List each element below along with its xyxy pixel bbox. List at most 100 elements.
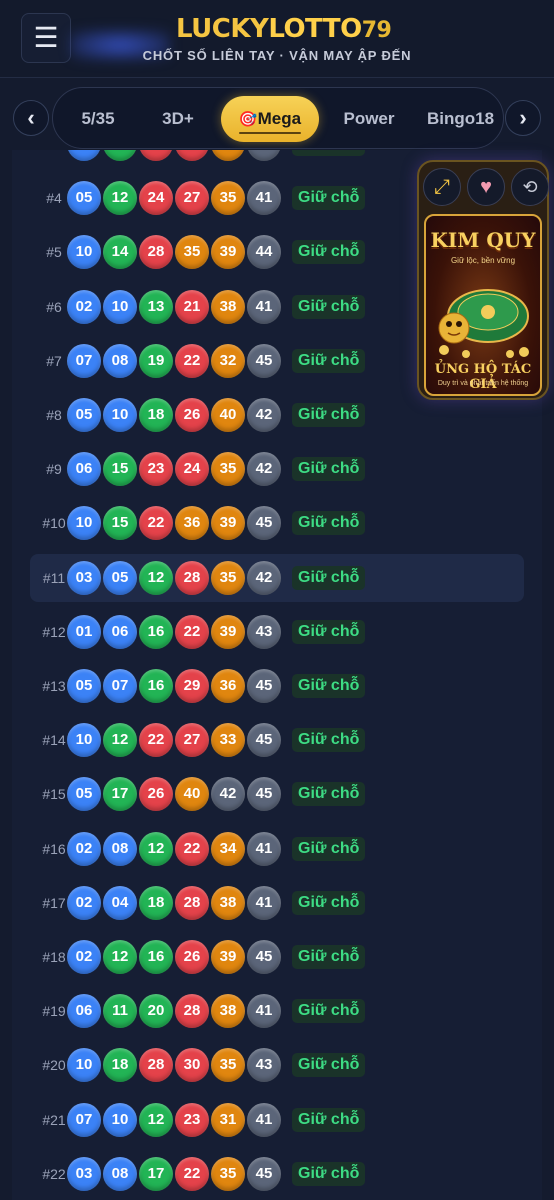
number-ball: 12 — [103, 723, 137, 758]
hold-button[interactable]: Giữ chỗ — [292, 457, 366, 482]
ticket-row[interactable]: #15 05 17 26 40 42 45 Giữ chỗ — [30, 770, 524, 818]
hold-button[interactable]: Giữ chỗ — [292, 836, 366, 861]
ticket-row[interactable]: #16 02 08 12 22 34 41 Giữ chỗ — [30, 825, 524, 873]
number-ball: 05 — [67, 181, 101, 216]
number-ball: 28 — [175, 560, 209, 595]
tab-mega[interactable]: 🎯Mega — [221, 96, 319, 142]
number-ball: 38 — [211, 289, 245, 324]
refresh-icon[interactable]: ⟲ — [511, 168, 549, 206]
number-ball: 22 — [139, 723, 173, 758]
ticket-row[interactable]: #10 10 15 22 36 39 45 Giữ chỗ — [30, 499, 524, 547]
number-ball: 10 — [103, 289, 137, 324]
hold-button[interactable]: Giữ chỗ — [292, 565, 366, 590]
ticket-row[interactable]: #18 02 12 16 26 39 45 Giữ chỗ — [30, 933, 524, 981]
number-ball: 06 — [67, 452, 101, 487]
hold-button[interactable]: Giữ chỗ — [292, 511, 366, 536]
ticket-row[interactable]: #12 01 06 16 22 39 43 Giữ chỗ — [30, 608, 524, 656]
number-ball: 45 — [247, 1156, 281, 1191]
heart-icon[interactable]: ♥ — [467, 168, 505, 206]
tab-power[interactable]: Power — [335, 96, 403, 142]
number-ball: 17 — [103, 777, 137, 812]
app-header: ☰ LUCKYLOTTO79 CHỐT SỐ LIÊN TAY · VẬN MA… — [0, 0, 554, 78]
tab-label: Mega — [257, 109, 302, 128]
hold-button[interactable]: Giữ chỗ — [292, 1161, 366, 1186]
number-ball: 07 — [67, 343, 101, 378]
number-ball: 45 — [247, 940, 281, 974]
number-ball: 42 — [247, 150, 281, 161]
number-ball: 38 — [211, 994, 245, 1029]
number-ball: 22 — [175, 614, 209, 649]
ticket-row[interactable]: #11 03 05 12 28 35 42 Giữ chỗ — [30, 553, 524, 602]
tagline: CHỐT SỐ LIÊN TAY · VẬN MAY ẬP ĐẾN — [142, 48, 412, 63]
number-ball: 27 — [175, 723, 209, 758]
number-ball: 35 — [211, 181, 245, 216]
number-ball: 21 — [175, 289, 209, 324]
hold-button[interactable]: Giữ chỗ — [292, 186, 366, 211]
number-ball: 42 — [247, 560, 281, 595]
expand-icon[interactable]: ⤢ — [423, 168, 461, 206]
hold-button[interactable]: Giữ chỗ — [292, 945, 366, 969]
number-ball: 19 — [139, 343, 173, 378]
number-ball: 08 — [103, 831, 137, 866]
number-ball: 26 — [175, 940, 209, 974]
number-ball: 34 — [211, 831, 245, 866]
number-ball: 35 — [211, 560, 245, 595]
ticket-row[interactable]: #14 10 12 22 27 33 45 Giữ chỗ — [30, 716, 524, 764]
ticket-row[interactable]: #21 07 10 12 23 31 41 Giữ chỗ — [30, 1096, 524, 1144]
number-ball: 22 — [139, 150, 173, 161]
number-ball: 36 — [211, 669, 245, 703]
number-ball: 35 — [211, 1156, 245, 1191]
number-ball: 42 — [211, 777, 245, 812]
hold-button[interactable]: Giữ chỗ — [292, 1053, 366, 1078]
number-ball: 41 — [247, 831, 281, 866]
number-ball: 28 — [139, 1048, 173, 1083]
number-ball: 05 — [67, 398, 101, 432]
hold-button[interactable]: Giữ chỗ — [292, 403, 366, 427]
number-ball: 10 — [67, 506, 101, 541]
number-ball: 28 — [175, 885, 209, 920]
tab-bingo18[interactable]: Bingo18 — [427, 96, 503, 142]
number-ball: 14 — [103, 235, 137, 270]
number-ball: 03 — [67, 1156, 101, 1191]
hold-button[interactable]: Giữ chỗ — [292, 890, 366, 915]
hold-button[interactable]: Giữ chỗ — [292, 1107, 366, 1132]
number-ball: 38 — [211, 885, 245, 920]
hold-button[interactable]: Giữ chỗ — [292, 150, 366, 156]
number-ball: 11 — [103, 994, 137, 1029]
tab-label: 5/35 — [81, 109, 115, 128]
ticket-row[interactable]: #20 10 18 28 30 35 43 Giữ chỗ — [30, 1041, 524, 1089]
tabs-next-button[interactable]: › — [505, 100, 541, 136]
hold-button[interactable]: Giữ chỗ — [292, 999, 366, 1024]
floating-ad: ⤢ ♥ ⟲ KIM QUY Giữ lộc, bền vững ỦNG HỘ T… — [417, 160, 549, 400]
hold-button[interactable]: Giữ chỗ — [292, 674, 366, 698]
hold-button[interactable]: Giữ chỗ — [292, 728, 366, 753]
hold-button[interactable]: Giữ chỗ — [292, 619, 366, 644]
number-ball: 36 — [211, 150, 245, 161]
tab-5-35[interactable]: 5/35 — [67, 96, 129, 142]
hold-button[interactable]: Giữ chỗ — [292, 782, 366, 807]
ad-banner[interactable]: KIM QUY Giữ lộc, bền vững ỦNG HỘ TÁC GIẢ… — [424, 214, 542, 396]
tab-label: 3D+ — [162, 109, 194, 128]
number-ball: 03 — [67, 560, 101, 595]
number-ball: 15 — [103, 452, 137, 487]
ticket-row[interactable]: #13 05 07 16 29 36 45 Giữ chỗ — [30, 662, 524, 710]
tabs-prev-button[interactable]: ‹ — [13, 100, 49, 136]
ticket-row[interactable]: #9 06 15 23 24 35 42 Giữ chỗ — [30, 445, 524, 493]
hold-button[interactable]: Giữ chỗ — [292, 348, 366, 373]
number-ball: 29 — [175, 669, 209, 703]
number-ball: 41 — [247, 1102, 281, 1137]
hold-button[interactable]: Giữ chỗ — [292, 294, 366, 319]
number-ball: 13 — [139, 289, 173, 324]
hold-button[interactable]: Giữ chỗ — [292, 240, 366, 265]
number-ball: 12 — [139, 1102, 173, 1137]
number-ball: 10 — [67, 235, 101, 270]
number-ball: 04 — [103, 885, 137, 920]
number-ball: 42 — [247, 452, 281, 487]
chevron-right-icon: › — [519, 105, 527, 130]
tab-3d-plus[interactable]: 3D+ — [147, 96, 209, 142]
ticket-row[interactable]: #17 02 04 18 28 38 41 Giữ chỗ — [30, 879, 524, 927]
number-ball: 10 — [103, 398, 137, 432]
ticket-row[interactable]: #22 03 08 17 22 35 45 Giữ chỗ — [30, 1150, 524, 1198]
ticket-row[interactable]: #19 06 11 20 28 38 41 Giữ chỗ — [30, 987, 524, 1035]
number-ball: 43 — [247, 1048, 281, 1083]
